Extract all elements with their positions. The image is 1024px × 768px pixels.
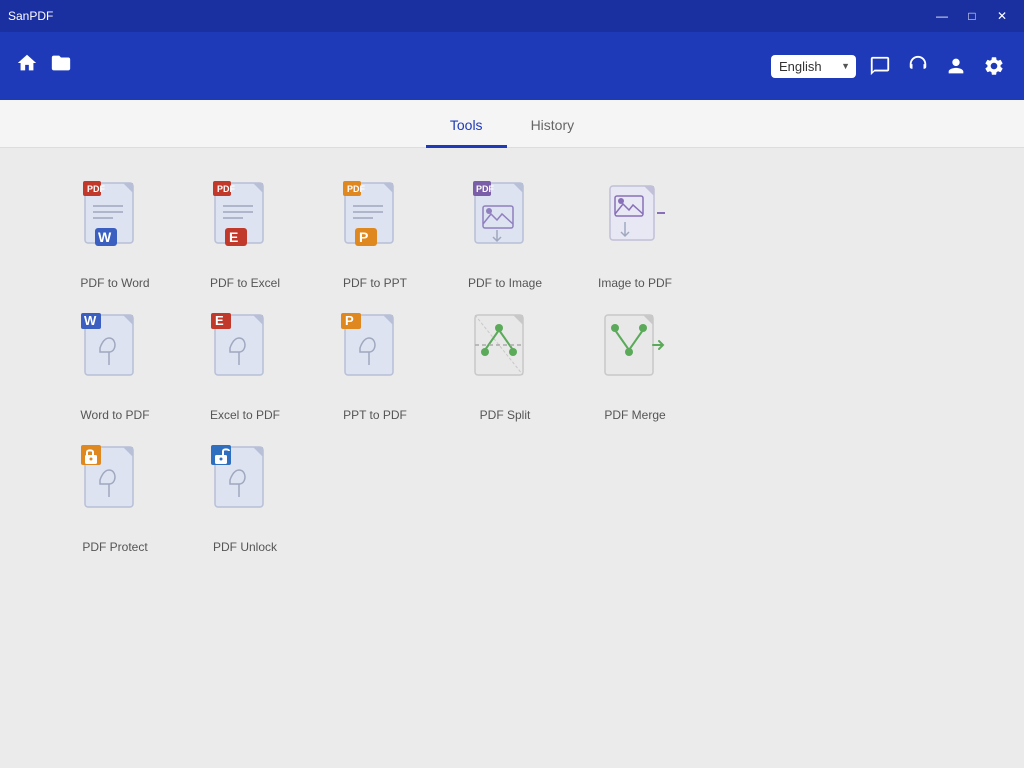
svg-text:P: P xyxy=(359,229,368,245)
tool-image-to-pdf-icon xyxy=(595,178,675,268)
tool-pdf-split-icon xyxy=(465,310,545,400)
close-button[interactable]: ✕ xyxy=(988,5,1016,27)
header: English Chinese Japanese Korean xyxy=(0,32,1024,100)
tool-pdf-to-word[interactable]: PDF W PDF to Word xyxy=(60,178,170,290)
tool-word-to-pdf-label: Word to PDF xyxy=(80,408,149,422)
tool-pdf-to-image-label: PDF to Image xyxy=(468,276,542,290)
tab-tools[interactable]: Tools xyxy=(426,105,507,148)
tab-history[interactable]: History xyxy=(507,105,599,148)
svg-text:PDF: PDF xyxy=(217,184,236,194)
tool-row-3: PDF Protect PDF Unlock xyxy=(60,442,964,554)
tool-pdf-protect[interactable]: PDF Protect xyxy=(60,442,170,554)
tool-pdf-protect-label: PDF Protect xyxy=(82,540,147,554)
user-icon[interactable] xyxy=(942,52,970,80)
tool-pdf-unlock-label: PDF Unlock xyxy=(213,540,277,554)
tool-pdf-to-excel[interactable]: PDF E PDF to Excel xyxy=(190,178,300,290)
tool-word-to-pdf[interactable]: W Word to PDF xyxy=(60,310,170,422)
main-content: PDF W PDF to Word PDF xyxy=(0,148,1024,768)
tool-excel-to-pdf-label: Excel to PDF xyxy=(210,408,280,422)
chat-icon[interactable] xyxy=(866,52,894,80)
header-left xyxy=(16,52,72,80)
tool-row-1: PDF W PDF to Word PDF xyxy=(60,178,964,290)
title-bar: SanPDF — □ ✕ xyxy=(0,0,1024,32)
svg-text:W: W xyxy=(98,229,112,245)
tool-excel-to-pdf-icon: E xyxy=(205,310,285,400)
tool-pdf-to-ppt-icon: PDF P xyxy=(335,178,415,268)
tool-image-to-pdf-label: Image to PDF xyxy=(598,276,672,290)
minimize-button[interactable]: — xyxy=(928,5,956,27)
tool-pdf-to-word-label: PDF to Word xyxy=(80,276,149,290)
tool-pdf-to-image[interactable]: PDF PDF to Image xyxy=(450,178,560,290)
tool-pdf-to-excel-icon: PDF E xyxy=(205,178,285,268)
settings-icon[interactable] xyxy=(980,52,1008,80)
svg-text:E: E xyxy=(229,229,238,245)
tool-ppt-to-pdf-label: PPT to PDF xyxy=(343,408,407,422)
svg-text:PDF: PDF xyxy=(87,184,106,194)
tool-pdf-to-excel-label: PDF to Excel xyxy=(210,276,280,290)
tool-pdf-merge[interactable]: PDF Merge xyxy=(580,310,690,422)
app-title: SanPDF xyxy=(8,9,928,23)
tool-excel-to-pdf[interactable]: E Excel to PDF xyxy=(190,310,300,422)
tool-image-to-pdf[interactable]: Image to PDF xyxy=(580,178,690,290)
tool-row-2: W Word to PDF E Excel to P xyxy=(60,310,964,422)
tool-pdf-unlock[interactable]: PDF Unlock xyxy=(190,442,300,554)
header-right: English Chinese Japanese Korean xyxy=(771,52,1008,80)
headset-icon[interactable] xyxy=(904,52,932,80)
window-controls: — □ ✕ xyxy=(928,5,1016,27)
tool-ppt-to-pdf[interactable]: P PPT to PDF xyxy=(320,310,430,422)
svg-text:P: P xyxy=(345,313,354,328)
tool-pdf-merge-icon xyxy=(595,310,675,400)
tool-pdf-to-word-icon: PDF W xyxy=(75,178,155,268)
folder-icon[interactable] xyxy=(50,52,72,80)
svg-text:E: E xyxy=(215,313,224,328)
language-dropdown[interactable]: English Chinese Japanese Korean xyxy=(771,55,856,78)
home-icon[interactable] xyxy=(16,52,38,80)
tool-pdf-protect-icon xyxy=(75,442,155,532)
tool-pdf-to-ppt[interactable]: PDF P PDF to PPT xyxy=(320,178,430,290)
tool-pdf-merge-label: PDF Merge xyxy=(604,408,665,422)
tool-pdf-unlock-icon xyxy=(205,442,285,532)
tool-ppt-to-pdf-icon: P xyxy=(335,310,415,400)
tool-pdf-to-ppt-label: PDF to PPT xyxy=(343,276,407,290)
tab-bar: Tools History xyxy=(0,100,1024,148)
tool-pdf-split[interactable]: PDF Split xyxy=(450,310,560,422)
svg-text:PDF: PDF xyxy=(476,184,495,194)
tool-pdf-split-label: PDF Split xyxy=(480,408,531,422)
svg-text:W: W xyxy=(84,313,97,328)
language-selector[interactable]: English Chinese Japanese Korean xyxy=(771,55,856,78)
svg-text:PDF: PDF xyxy=(347,184,366,194)
tool-word-to-pdf-icon: W xyxy=(75,310,155,400)
maximize-button[interactable]: □ xyxy=(958,5,986,27)
tool-pdf-to-image-icon: PDF xyxy=(465,178,545,268)
